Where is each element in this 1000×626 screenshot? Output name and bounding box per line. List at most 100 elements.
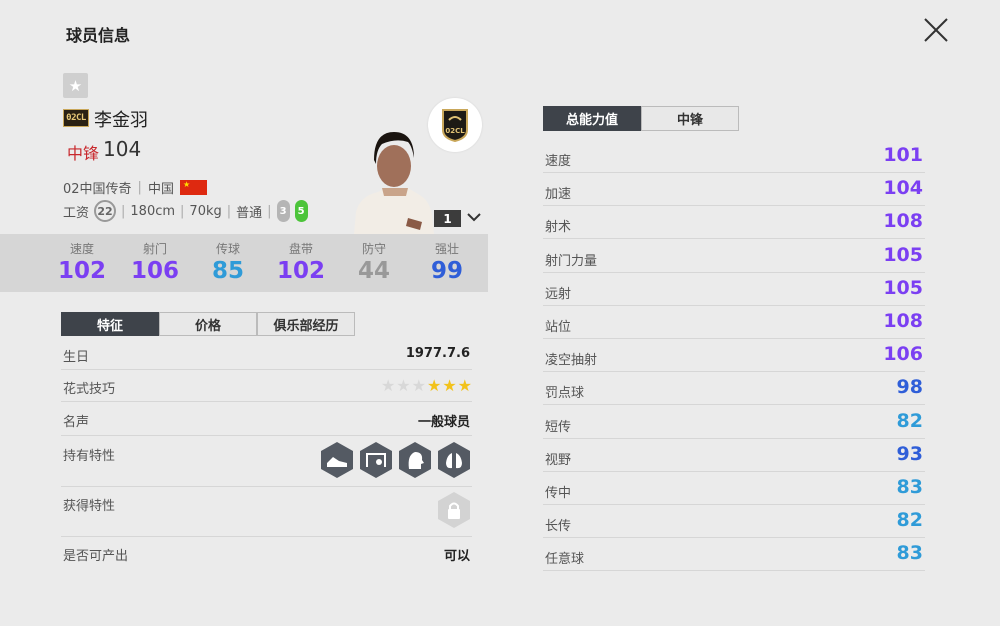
attribute-value: 101 [883,144,923,166]
divider: | [226,203,232,219]
stat-label: 防守 [361,242,386,256]
attribute-value: 93 [896,442,923,465]
stat-value: 102 [57,258,106,284]
tab-price[interactable]: 价格 [159,312,257,336]
player-origin: 02中国传奇 | 中国 ★ [63,178,207,197]
attribute-value: 98 [896,376,923,399]
height: 180cm [130,203,176,219]
favorite-star-button[interactable]: ★ [63,73,88,98]
player-ovr: 104 [103,137,142,161]
head-icon[interactable] [397,441,433,479]
star-icon: ★ [457,376,472,395]
attribute-row: 站位 108 [543,306,925,339]
attribute-row: 短传 82 [543,406,925,439]
stat-label: 盘带 [288,242,313,256]
weak-foot-badge: 3 [276,200,290,222]
stat-value: 106 [130,258,179,284]
attribute-value: 105 [883,243,923,266]
summary-stat: 速度 102 [52,240,112,284]
row-label: 是否可产出 [63,549,129,564]
attribute-row: 远射 105 [543,273,925,306]
detail-row-skill: 花式技巧 ★ ★ ★ ★ ★ ★ [61,378,472,402]
attribute-value: 83 [896,476,923,498]
weight: 70kg [189,203,222,219]
attribute-row: 速度 101 [543,140,925,173]
attribute-tabs: 总能力值 中锋 [543,106,739,131]
player-position: 中锋 [67,144,100,163]
stat-label: 速度 [69,242,94,256]
acquired-trait-slot[interactable] [436,491,472,529]
tab-position[interactable]: 中锋 [641,106,739,131]
tab-overall[interactable]: 总能力值 [543,106,641,131]
row-label: 持有特性 [63,449,116,464]
level-dropdown[interactable] [465,208,483,226]
summary-stat: 射门 106 [125,240,185,284]
attribute-label: 站位 [545,320,572,335]
detail-row-traits: 持有特性 [61,442,472,487]
reputation-value: 一般球员 [417,415,470,430]
attribute-value: 82 [896,409,923,432]
tab-traits[interactable]: 特征 [61,312,159,336]
goal-net-icon[interactable] [358,441,394,479]
attribute-value: 83 [896,542,923,565]
producible-value: 可以 [443,549,470,564]
attribute-label: 罚点球 [545,386,585,402]
attribute-value: 108 [883,210,923,233]
detail-tabs: 特征 价格 俱乐部经历 [61,312,355,336]
attribute-label: 加速 [545,187,572,203]
attribute-label: 速度 [545,154,572,169]
page-title: 球员信息 [66,26,131,45]
stat-label: 射门 [142,242,167,256]
attribute-value: 82 [896,509,923,532]
row-label: 获得特性 [63,499,116,514]
row-label: 生日 [63,350,90,365]
divider: | [267,203,272,219]
detail-row-birthday: 生日 1977.7.6 [61,346,472,370]
row-label: 名声 [63,415,90,430]
china-flag-icon: ★ [179,180,207,195]
attribute-row: 罚点球 98 [543,372,925,406]
card-type: 02中国传奇 [63,182,132,197]
attribute-row: 射门力量 105 [543,240,925,273]
star-icon: ★ [68,76,83,95]
stat-value: 102 [276,258,325,284]
summary-stat: 盘带 102 [271,240,331,284]
boot-icon[interactable] [319,441,355,479]
attribute-row: 视野 93 [543,439,925,472]
attribute-row: 射术 108 [543,206,925,240]
attribute-row: 凌空抽射 106 [543,339,925,373]
star-icon: ★ [426,376,442,395]
attribute-value: 104 [883,177,923,200]
stat-value: 99 [430,258,463,284]
stat-value: 44 [357,258,390,284]
player-name: 李金羽 [94,110,148,131]
attribute-label: 远射 [545,286,572,302]
summary-stat: 防守 44 [344,240,404,284]
divider: | [137,180,142,195]
attribute-value: 106 [883,343,923,366]
stat-label: 传球 [215,242,240,256]
attribute-label: 凌空抽射 [545,353,598,369]
player-photo [354,132,434,234]
attribute-row: 传中 83 [543,472,925,505]
attribute-row: 加速 104 [543,173,925,207]
detail-row-reputation: 名声 一般球员 [61,411,472,436]
club-crest-icon: 02CL [428,98,482,152]
divider: | [121,203,126,219]
star-icon: ★ [396,376,411,395]
summary-stats-bar: 速度 102 射门 106 传球 85 盘带 102 防守 44 强壮 99 [0,234,488,292]
lock-icon [438,492,470,528]
strong-foot-badge: 5 [294,200,308,222]
detail-row-acquired-traits: 获得特性 [61,492,472,537]
star-icon: ★ [380,376,396,395]
lungs-icon[interactable] [436,441,472,479]
player-physical: 工资 22 | 180cm | 70kg | 普通 | 3 5 [63,200,308,222]
tab-club-history[interactable]: 俱乐部经历 [257,312,355,336]
svg-text:02CL: 02CL [445,127,465,135]
birthday-value: 1977.7.6 [405,346,470,361]
trait-icons [319,441,472,479]
close-icon[interactable] [920,14,952,46]
detail-row-producible: 是否可产出 可以 [61,545,472,567]
divider: | [180,203,185,219]
attribute-label: 任意球 [545,552,585,568]
